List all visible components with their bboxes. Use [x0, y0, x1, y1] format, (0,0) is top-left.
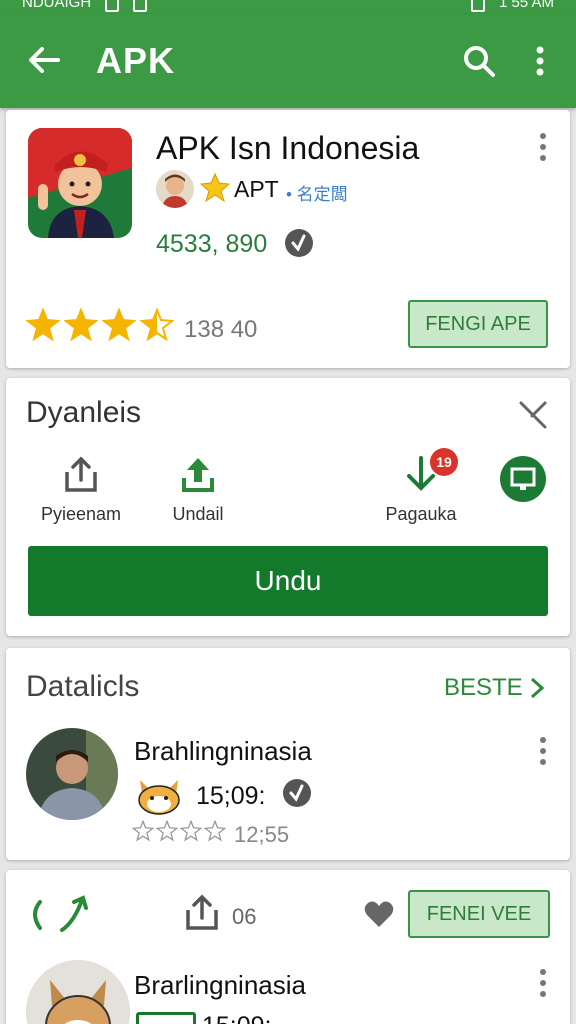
section-heading: Datalicls [26, 670, 140, 703]
share-count: 06 [232, 904, 257, 929]
share-icon [65, 456, 97, 492]
star-icon [204, 820, 226, 842]
search-icon[interactable] [462, 44, 496, 78]
star-icon [132, 820, 154, 842]
status-time: 1 55 AM [498, 0, 554, 11]
app-info-card: APK Isn Indonesia APT • 名定闆 4533, 890 13… [6, 110, 570, 368]
star-icon [200, 172, 230, 202]
star-icon [180, 820, 202, 842]
item-name: Brarlingninasia [134, 970, 306, 1000]
more-vert-icon[interactable] [536, 968, 550, 998]
section-heading: Dyanleis [26, 396, 142, 429]
more-vert-icon[interactable] [536, 132, 550, 162]
dyanleis-card: Dyanleis Pyieenam Undail Pagauka 19 Undu [6, 378, 570, 636]
developer-subtitle: • 名定闆 [286, 185, 348, 204]
rating-count: 138 40 [184, 316, 258, 343]
fenei-vee-button[interactable]: FENEI VEE [408, 890, 550, 938]
upload-icon [182, 458, 214, 492]
details-card: Datalicls BESTE Brahlingninasia 15;09: 1… [6, 648, 570, 860]
action-label: Pagauka [385, 504, 457, 524]
verified-icon [283, 779, 311, 807]
beste-link[interactable]: BESTE [444, 674, 545, 702]
share-icon[interactable] [182, 892, 222, 932]
action-upload[interactable]: Undail [158, 454, 238, 525]
action-share[interactable]: Pyieenam [36, 454, 126, 525]
rating-stars [26, 308, 174, 342]
app-name: APK Isn Indonesia [156, 130, 420, 166]
battery-icon [470, 0, 485, 12]
verified-icon [285, 229, 313, 257]
undu-button[interactable]: Undu [28, 546, 548, 616]
star-icon [140, 308, 174, 342]
more-vert-icon[interactable] [536, 736, 550, 766]
beste-label: BESTE [444, 674, 523, 701]
bottom-card: 06 FENEI VEE Brarlingninasia 15:09: [6, 870, 570, 1024]
heart-icon[interactable] [364, 900, 394, 928]
star-icon [156, 820, 178, 842]
rating-stars [132, 820, 226, 842]
mascot-icon [138, 780, 180, 815]
screen-icon[interactable] [500, 456, 546, 502]
chevron-right-icon [530, 677, 544, 699]
star-icon [26, 308, 60, 342]
close-icon[interactable] [518, 400, 548, 430]
status-carrier: NDUAIGH [22, 0, 92, 11]
arrow-back-icon[interactable] [26, 42, 62, 78]
item-time: 12;55 [234, 822, 290, 847]
avatar[interactable] [26, 960, 130, 1024]
notification-badge: 19 [430, 448, 458, 476]
developer-name[interactable]: APT [234, 176, 279, 203]
mascot-icon [136, 1012, 196, 1024]
item-name: Brahlingninasia [134, 736, 312, 766]
call-forward-icon[interactable] [26, 892, 92, 934]
download-count: 4533, 890 [156, 230, 268, 258]
notification-icon [105, 0, 120, 12]
star-icon [102, 308, 136, 342]
more-vert-icon[interactable] [528, 44, 552, 78]
action-label: Pyieenam [40, 504, 122, 524]
item-value: 15;09: [196, 782, 266, 810]
avatar[interactable] [26, 728, 118, 820]
fengi-ape-button[interactable]: FENGI APE [408, 300, 548, 348]
star-icon [64, 308, 98, 342]
notification-icon [133, 0, 148, 12]
app-logo[interactable] [28, 128, 132, 238]
page-title: APK [96, 40, 176, 81]
action-label: Undail [172, 504, 224, 524]
item-value: 15:09: [202, 1012, 272, 1024]
developer-avatar [156, 170, 194, 208]
status-bar: NDUAIGH 1 55 AM [0, 0, 576, 14]
app-bar: APK [0, 14, 576, 108]
